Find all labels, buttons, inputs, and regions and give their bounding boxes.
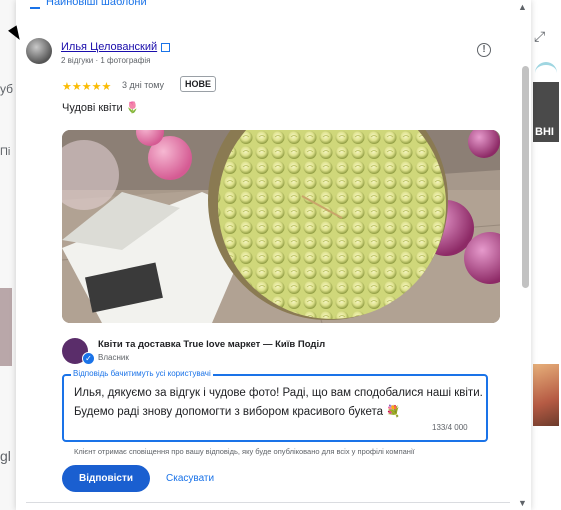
scroll-up-icon[interactable]: ▲	[518, 2, 527, 12]
background-right-strip: ⤢ ВНІ	[531, 0, 561, 510]
background-arc	[535, 62, 557, 81]
background-tile: ВНІ	[533, 82, 559, 142]
review-photo[interactable]	[62, 130, 500, 323]
sort-label: Найновіші шаблони	[46, 0, 147, 8]
background-image	[0, 288, 12, 366]
flag-icon[interactable]: !	[477, 43, 491, 57]
reviewer-meta: 2 відгуки · 1 фотографія	[61, 56, 151, 65]
new-badge: НОВЕ	[180, 76, 217, 92]
review-photo-image	[62, 130, 500, 323]
scroll-down-icon[interactable]: ▼	[518, 498, 527, 508]
background-text: gl	[0, 448, 11, 464]
reply-text[interactable]: Илья, дякуємо за відгук і чудове фото! Р…	[74, 384, 486, 422]
background-text: уб	[0, 82, 14, 96]
reply-button[interactable]: Відповісти	[62, 465, 150, 492]
reply-notice: Клієнт отримає сповіщення про вашу відпо…	[74, 447, 415, 456]
review-time: 3 дні тому	[122, 80, 165, 90]
reply-field-label: Відповідь бачитимуть усі користувачі	[71, 369, 213, 378]
reviewer-name-link[interactable]: Илья Целованский	[61, 41, 171, 53]
review-text: Чудові квіти 🌷	[62, 102, 140, 114]
background-left-strip: уб Пі gl	[0, 0, 16, 510]
expand-icon[interactable]: ⤢	[534, 28, 545, 45]
external-link-icon	[161, 42, 171, 52]
star-rating: ★★★★★	[62, 81, 112, 93]
cancel-button[interactable]: Скасувати	[166, 465, 214, 492]
sort-icon	[30, 0, 40, 9]
business-name: Квіти та доставка True love маркет — Киї…	[98, 339, 326, 350]
reviewer-avatar[interactable]	[26, 38, 52, 64]
background-text: Пі	[0, 146, 11, 158]
scrollbar-thumb[interactable]	[522, 66, 529, 288]
verified-icon: ✓	[82, 352, 95, 365]
background-photo-tile	[533, 364, 559, 426]
divider	[26, 502, 510, 503]
background-tile-label: ВНІ	[535, 126, 554, 138]
owner-role: Власник	[98, 353, 129, 362]
sort-control[interactable]: Найновіші шаблони	[30, 0, 147, 9]
review-reply-dialog: Найновіші шаблони ▲ ▼ Илья Целованский 2…	[16, 0, 531, 510]
reviewer-name: Илья Целованский	[61, 41, 158, 53]
character-count: 133/4 000	[432, 423, 468, 432]
